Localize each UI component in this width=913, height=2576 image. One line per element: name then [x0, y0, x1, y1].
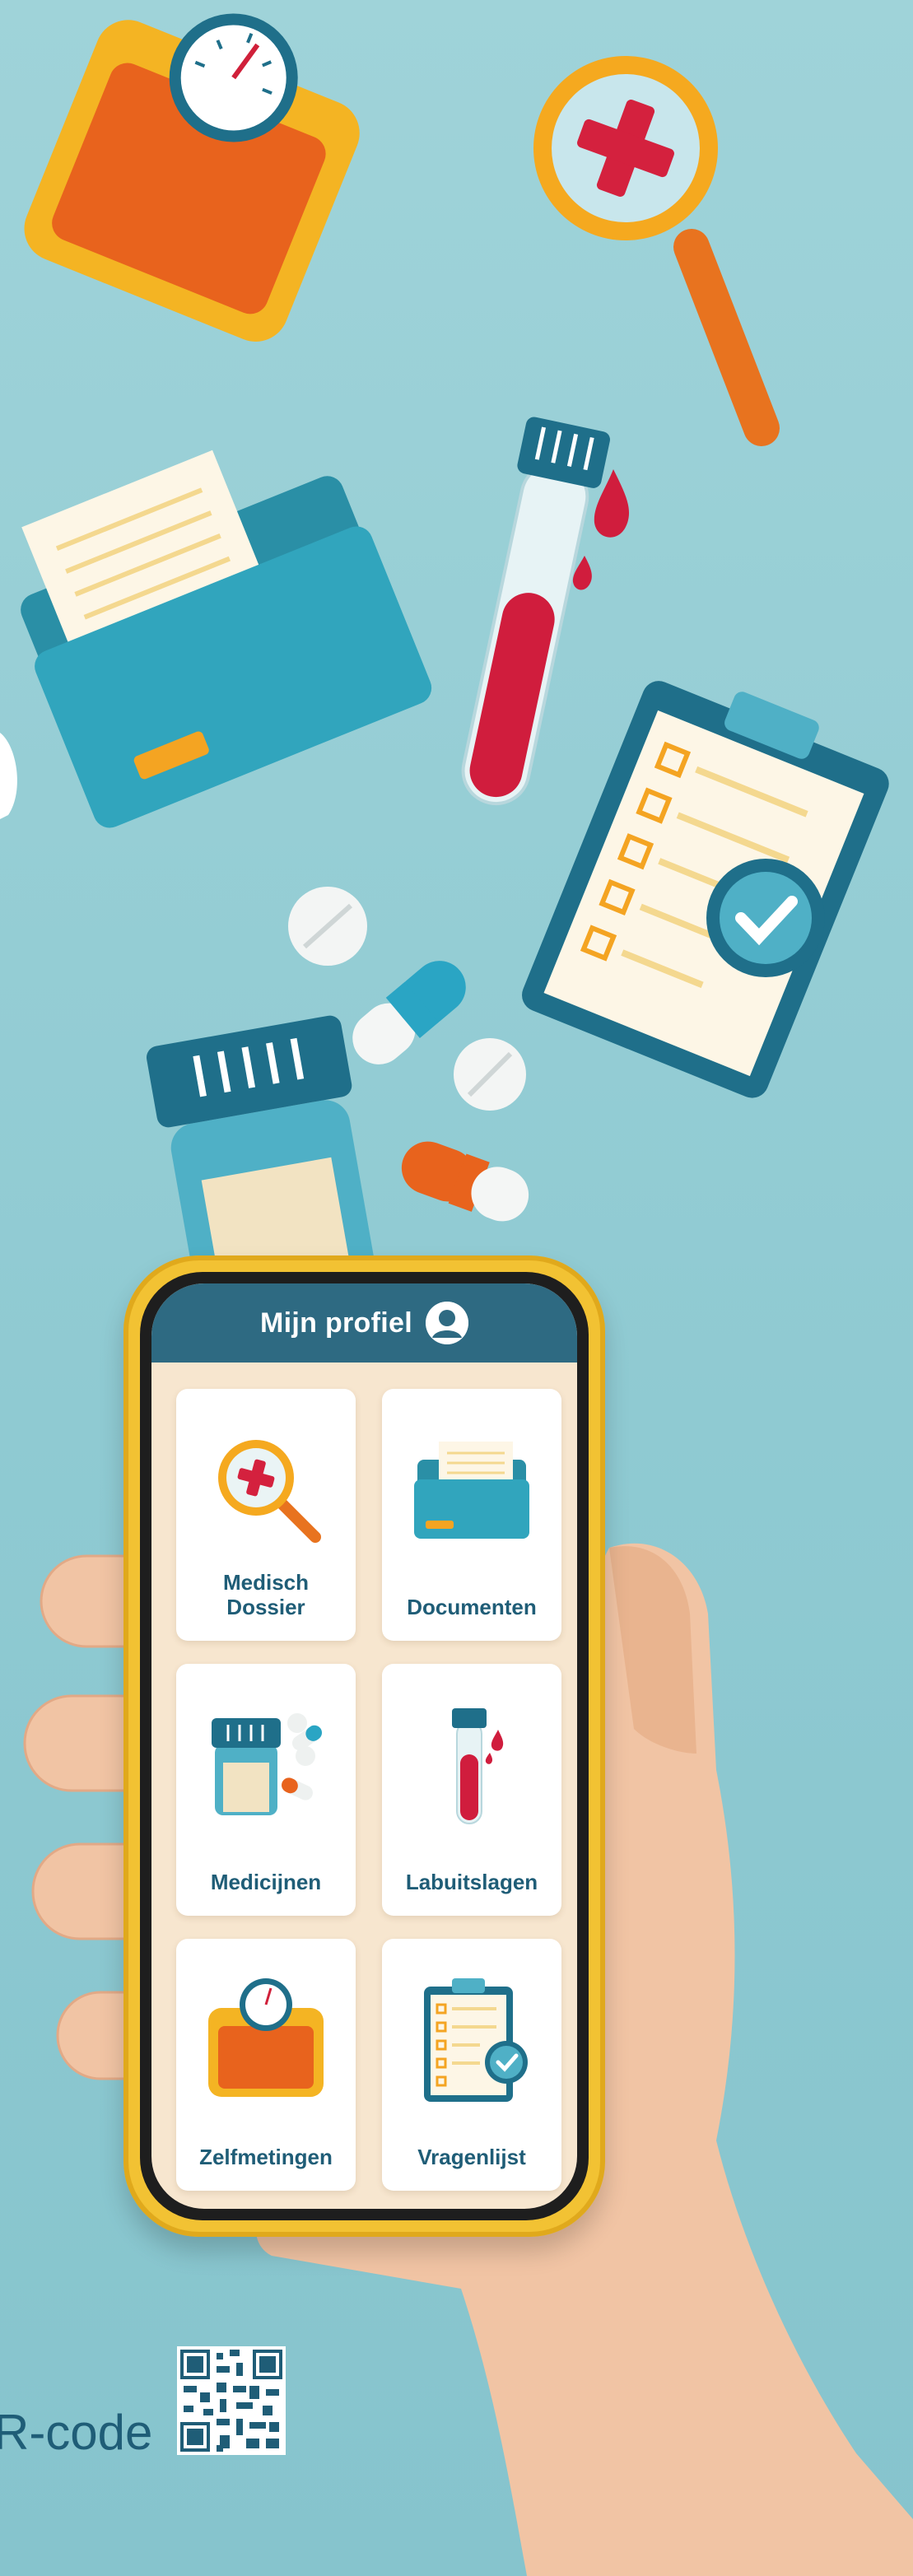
capsule-blue: [352, 961, 466, 1064]
phone-bezel: Mijn profiel Medisch Dossier Documenten …: [140, 1272, 589, 2220]
app-screen: Mijn profiel Medisch Dossier Documenten …: [151, 1283, 577, 2209]
tile-documents[interactable]: Documenten: [382, 1389, 561, 1641]
pill-round-1: [288, 887, 367, 966]
clipboard-checklist-icon: [424, 1978, 528, 2102]
folder-icon: [414, 1442, 529, 1539]
tile-self-measurements[interactable]: Zelfmetingen: [176, 1939, 356, 2191]
test-tube-icon: [452, 1708, 504, 1824]
tile-label: Labuitslagen: [405, 1870, 538, 1894]
tile-label: Zelfmetingen: [199, 2145, 333, 2169]
tile-lab-results[interactable]: Labuitslagen: [382, 1664, 561, 1916]
decorative-illustrations: [0, 13, 889, 1284]
edge-shape: [0, 733, 17, 819]
tile-medical-record[interactable]: Medisch Dossier: [176, 1389, 356, 1641]
app-header: Mijn profiel: [151, 1283, 577, 1363]
test-tube-illustration: [461, 417, 610, 806]
magnifier-illustration: [533, 56, 780, 446]
scale-illustration: [24, 13, 360, 342]
medicine-bottle-icon: [212, 1713, 323, 1815]
qr-code-caption: R-code: [0, 2405, 153, 2460]
tile-medicines[interactable]: Medicijnen: [176, 1664, 356, 1916]
weighing-scale-icon: [208, 1978, 324, 2097]
tile-questionnaire[interactable]: Vragenlijst: [382, 1939, 561, 2191]
tile-label: Vragenlijst: [417, 2145, 526, 2169]
folder-illustration: [21, 450, 432, 828]
user-avatar-icon[interactable]: [425, 1302, 468, 1344]
phone-device: Mijn profiel Medisch Dossier Documenten …: [123, 1255, 605, 2237]
clipboard-illustration: [522, 681, 889, 1098]
qr-code-icon[interactable]: [177, 2346, 286, 2455]
tile-label: Medicijnen: [210, 1870, 322, 1894]
capsule-orange: [401, 1141, 529, 1222]
pill-round-2: [454, 1038, 526, 1111]
check-badge-illustration: [706, 859, 825, 977]
menu-grid: Medisch Dossier Documenten Medicijnen La…: [176, 1389, 563, 2191]
magnifier-cross-icon: [218, 1440, 321, 1543]
tile-label: Documenten: [407, 1595, 537, 1619]
page-title: Mijn profiel: [260, 1307, 412, 1339]
tile-label: Medisch Dossier: [222, 1570, 310, 1619]
